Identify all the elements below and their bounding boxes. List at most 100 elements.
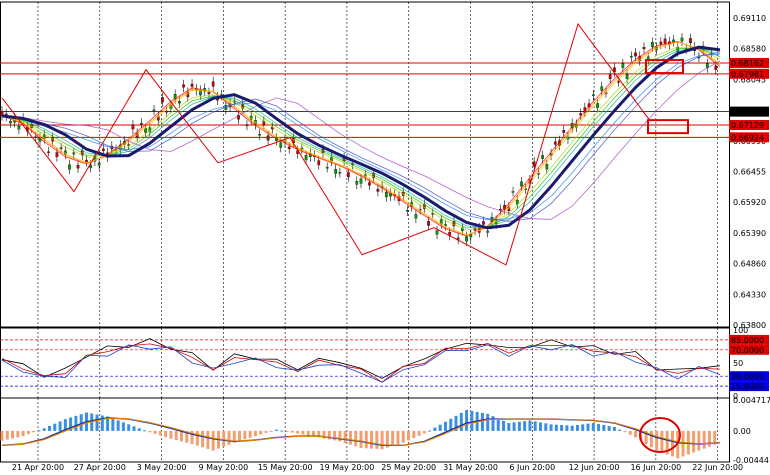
macd-histogram-bar [285, 430, 289, 432]
trading-chart[interactable]: 21 Apr 20:00 27 Apr 20:00 3 May 20:00 9 May… [0, 0, 770, 475]
candle-body [714, 65, 718, 70]
candle-body [553, 141, 557, 145]
macd-histogram-bar [570, 425, 574, 431]
candle-body [9, 120, 12, 124]
candle-body [190, 83, 194, 87]
candle-body [406, 210, 409, 212]
macd-tick-label: 0.00 [733, 427, 751, 436]
macd-histogram-bar [37, 430, 41, 432]
macd-histogram-bar [539, 422, 542, 431]
ma-ribbon-line [1, 41, 721, 236]
price-level-label: 0.67129 [731, 121, 764, 130]
macd-histogram-bar [280, 430, 284, 432]
macd-histogram-bar [148, 430, 152, 433]
oscillator-line [1, 338, 721, 379]
candle-body [621, 63, 625, 68]
candle-body [325, 167, 329, 169]
macd-histogram-bar [301, 430, 305, 435]
macd-histogram-bar [42, 428, 46, 431]
macd-histogram-bar [623, 430, 627, 433]
macd-histogram-bar [401, 430, 405, 443]
price-tick-label: 0.64860 [733, 260, 766, 269]
candle-body [207, 92, 211, 95]
macd-histogram-bar [111, 418, 115, 431]
macd-histogram-bar [433, 427, 437, 431]
candle-body [520, 181, 523, 187]
price-tick-label: 0.69110 [733, 14, 766, 23]
macd-histogram-bar [296, 430, 300, 434]
osc-tick-label: 50 [733, 359, 743, 368]
macd-histogram-bar [116, 420, 120, 431]
candle-body [482, 221, 485, 225]
macd-histogram-bar [48, 425, 52, 431]
macd-histogram-bar [137, 428, 141, 431]
macd-histogram-bar [697, 430, 701, 451]
candle-body [152, 109, 156, 111]
x-tick-label: 6 Jun 20:00 [509, 463, 555, 472]
x-tick-label: 25 May 20:00 [381, 463, 436, 472]
candle-body [279, 142, 283, 148]
candle-body [317, 160, 321, 166]
osc-level-label: 30.0000 [731, 372, 764, 381]
oscillator-line [1, 344, 721, 383]
candle-body [591, 94, 595, 96]
candle-body [161, 97, 164, 103]
macd-histogram-bar [53, 423, 57, 431]
macd-histogram-bar [164, 430, 168, 438]
macd-histogram-bar [100, 415, 104, 431]
macd-histogram-bar [227, 430, 231, 445]
macd-histogram-bar [422, 430, 426, 434]
ma-ribbon-line [1, 60, 721, 220]
candle-body [532, 161, 536, 167]
candle-body [17, 125, 21, 130]
macd-histogram-bar [206, 430, 210, 449]
candle-body [469, 234, 473, 238]
macd-histogram-bar [380, 430, 384, 450]
macd-histogram-bar [438, 424, 442, 431]
candle-body [384, 192, 388, 198]
macd-histogram-bar [496, 418, 500, 431]
macd-histogram-bar [275, 429, 279, 431]
macd-histogram-bar [443, 421, 447, 431]
candle-body [368, 182, 371, 186]
macd-histogram-bar [95, 414, 99, 431]
candle-body [511, 191, 515, 193]
candle-body [651, 41, 654, 48]
osc-level-label: 15.0000 [731, 382, 764, 391]
x-tick-label: 21 Apr 20:00 [12, 463, 64, 472]
price-tick-label: 0.64330 [733, 290, 766, 299]
candle-body [59, 147, 63, 149]
macd-histogram-bar [544, 423, 548, 431]
candle-body [85, 159, 88, 163]
macd-histogram-bar [591, 423, 595, 431]
macd-histogram-bar [348, 430, 352, 445]
price-level-label: 0.66924 [731, 133, 764, 142]
macd-histogram-bar [354, 430, 358, 447]
candle-body [562, 130, 566, 133]
macd-histogram-bar [306, 430, 310, 436]
x-tick-label: 19 May 20:00 [320, 463, 375, 472]
macd-histogram-bar [359, 430, 363, 448]
candle-body [465, 236, 468, 242]
macd-histogram-bar [11, 430, 15, 439]
macd-histogram-bar [180, 430, 183, 442]
price-level-label: 0.68162 [731, 59, 764, 68]
price-tick-label: 0.66455 [733, 168, 766, 177]
macd-histogram-bar [174, 430, 178, 441]
macd-histogram-bar [586, 423, 590, 431]
ma-ribbon-line [1, 41, 721, 236]
candle-body [672, 39, 675, 42]
candle-body [435, 230, 439, 235]
candle-body [34, 136, 38, 138]
macd-histogram-bar [0, 430, 4, 441]
macd-histogram-bar [21, 430, 25, 437]
candle-body [541, 155, 544, 159]
macd-histogram-bar [248, 430, 252, 438]
candle-body [304, 155, 308, 161]
macd-histogram-bar [602, 425, 606, 431]
macd-histogram-bar [480, 412, 484, 431]
x-tick-label: 27 Apr 20:00 [74, 463, 126, 472]
candle-body [68, 164, 71, 170]
candle-body [182, 84, 185, 88]
macd-histogram-bar [158, 430, 162, 436]
